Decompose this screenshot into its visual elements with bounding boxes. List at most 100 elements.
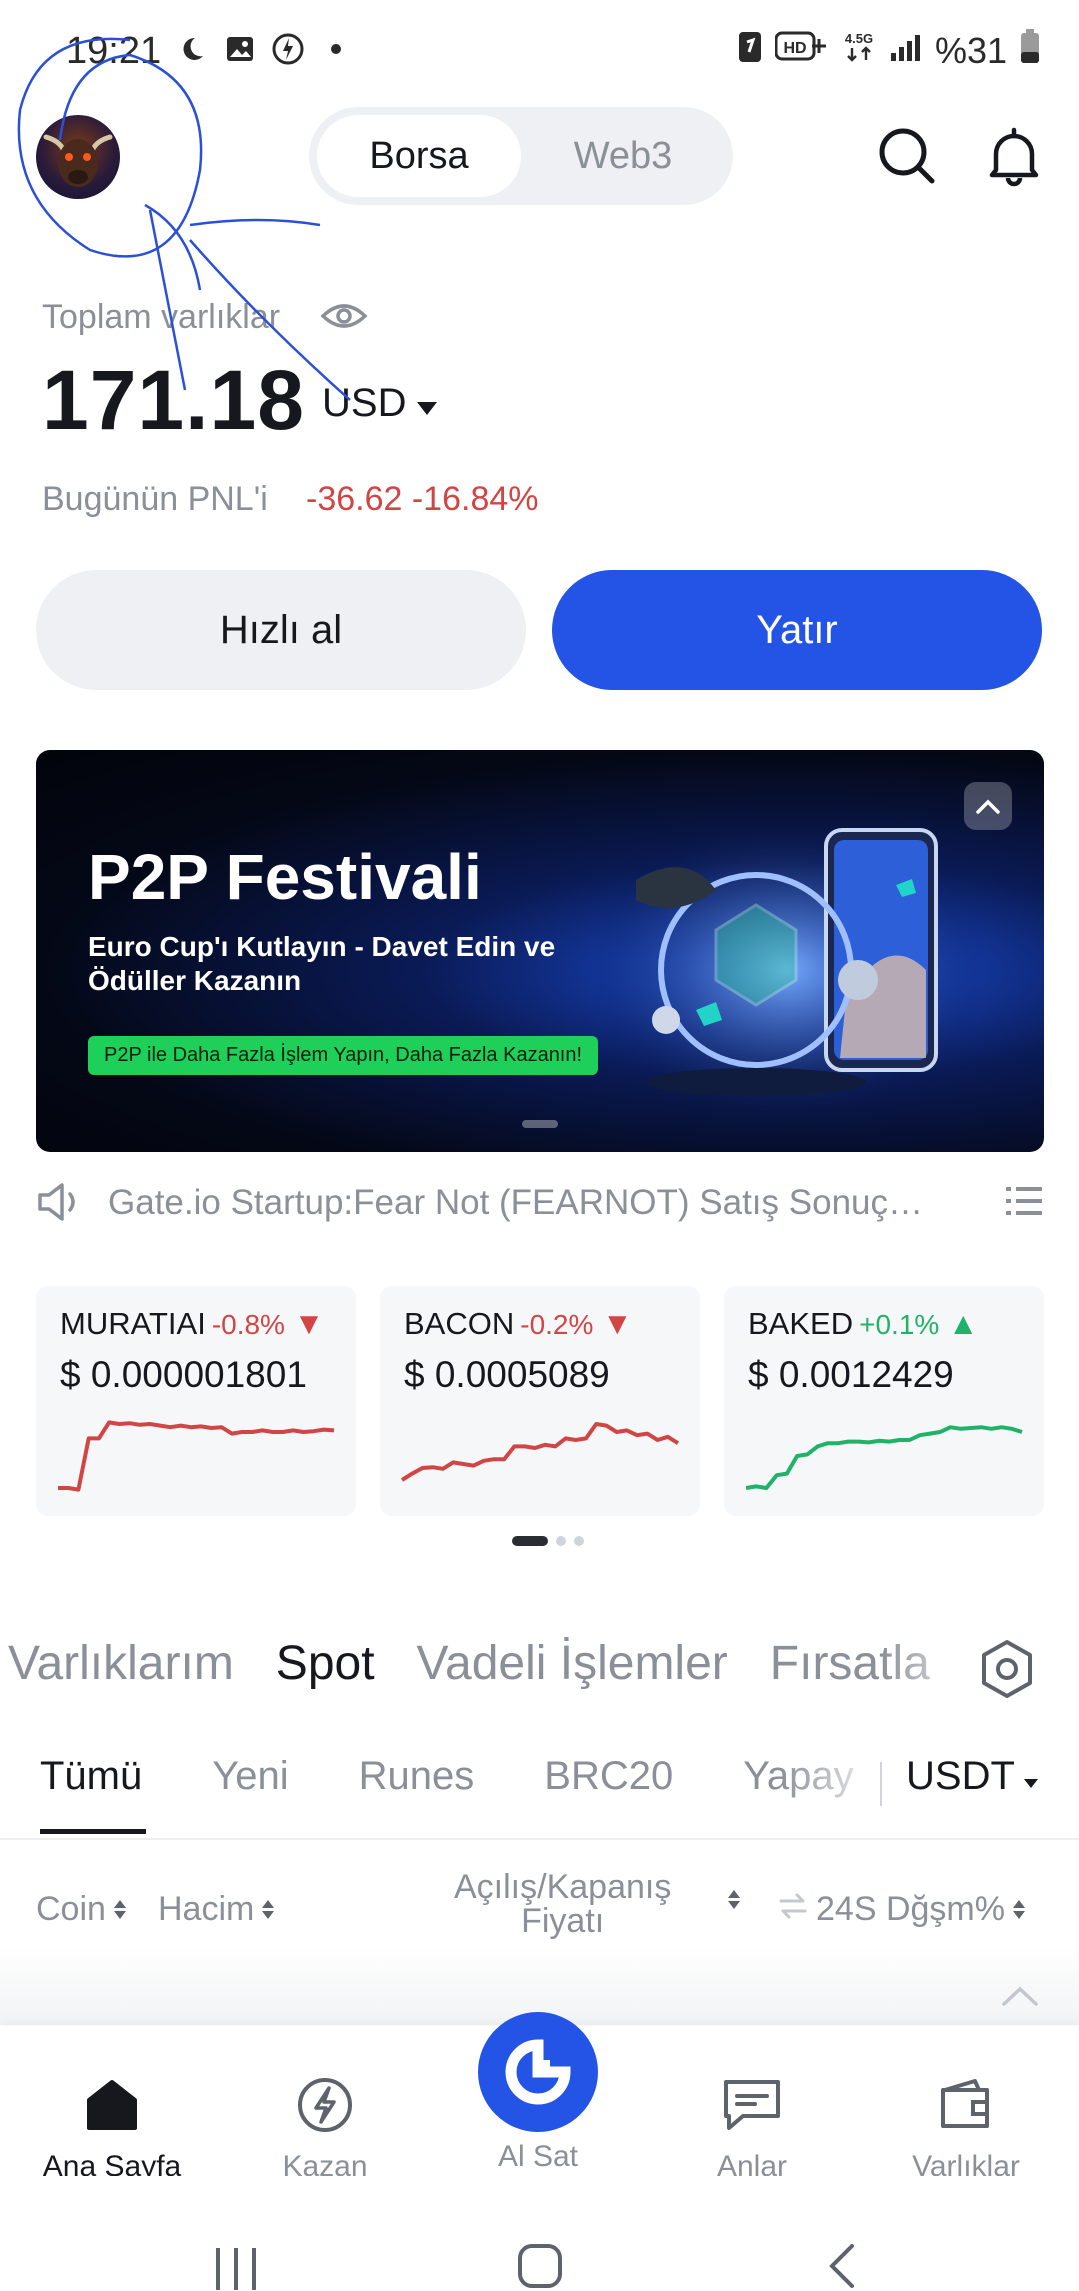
announcement-text[interactable]: Gate.io Startup:Fear Not (FEARNOT) Satış…	[108, 1183, 948, 1223]
banner-cta-pill: P2P ile Daha Fazla İşlem Yapın, Daha Faz…	[88, 1036, 599, 1075]
nav-home[interactable]: Ana Sayfa	[12, 2074, 212, 2184]
chat-icon	[652, 2074, 852, 2136]
ticker-symbol: BAKED	[748, 1306, 854, 1341]
ticker-name: BACON -0.2% ▼	[404, 1306, 633, 1342]
divider	[880, 1762, 882, 1806]
gate-logo-icon	[505, 2039, 571, 2105]
pager-dot-active	[512, 1536, 548, 1546]
tab-futures[interactable]: Vadeli İşlemler	[417, 1636, 728, 1691]
ticker-change: -0.2%	[520, 1309, 594, 1340]
profile-avatar[interactable]	[36, 115, 120, 199]
column-coin[interactable]: Coin	[36, 1890, 126, 1929]
subtab-brc20[interactable]: BRC20	[544, 1754, 673, 1799]
pager-dot	[574, 1536, 584, 1546]
column-open-close-price[interactable]: Açılış/Kapanış Fiyatı	[454, 1870, 671, 1938]
pnl-value: -36.62 -16.84%	[306, 480, 539, 518]
back-icon[interactable]	[826, 2242, 858, 2290]
currency-label: USD	[322, 381, 407, 425]
tab-my-assets[interactable]: Varlıklarım	[8, 1636, 234, 1691]
moon-icon	[175, 32, 209, 66]
gallery-icon	[223, 32, 257, 66]
recent-apps-icon[interactable]	[212, 2246, 260, 2290]
settings-icon[interactable]	[976, 1638, 1038, 1705]
trade-button[interactable]	[478, 2012, 598, 2132]
segment-borsa[interactable]: Borsa	[317, 115, 521, 197]
ticker-card[interactable]: BAKED +0.1% ▲ $ 0.0012429	[724, 1286, 1044, 1516]
subtab-all[interactable]: Tümü	[40, 1754, 142, 1799]
banner-title: P2P Festivali	[88, 841, 482, 913]
total-assets-label: Toplam varlıklar	[42, 298, 281, 336]
system-navigation-bar	[0, 2176, 1079, 2291]
signal-icon	[889, 30, 923, 72]
tabs-fade	[880, 1620, 990, 1700]
caret-down-icon	[416, 381, 438, 426]
nav-moments[interactable]: Anlar	[652, 2074, 852, 2184]
wallet-icon	[866, 2074, 1066, 2136]
earn-icon	[225, 2074, 425, 2136]
column-open-close-sort[interactable]	[728, 1890, 740, 1909]
exchange-web3-switch: Borsa Web3	[309, 107, 733, 205]
network-4-5g-icon: 4.5G	[841, 28, 877, 73]
market-tabs: Varlıklarım Spot Vadeli İşlemler Fırsatl…	[8, 1636, 930, 1691]
banner-artwork	[596, 820, 986, 1120]
nav-trade-label: Al Sat	[497, 2140, 579, 2173]
status-time: 19:21	[66, 30, 162, 72]
triangle-down-icon: ▼	[593, 1306, 633, 1341]
subtab-runes[interactable]: Runes	[359, 1754, 475, 1799]
search-icon[interactable]	[875, 124, 939, 188]
data-saver-icon	[737, 28, 763, 73]
swap-icon[interactable]	[778, 1890, 808, 1929]
caret-down-icon	[1023, 1754, 1039, 1799]
nav-assets[interactable]: Varlıklar	[866, 2074, 1066, 2184]
quick-buy-button[interactable]: Hızlı al	[36, 570, 526, 690]
bell-icon[interactable]	[982, 124, 1046, 188]
more-dot-icon	[319, 32, 353, 66]
list-icon[interactable]	[1006, 1184, 1042, 1223]
home-icon	[12, 2074, 212, 2136]
category-tabs: Tümü Yeni Runes BRC20 Yapay	[40, 1754, 854, 1799]
ticker-price: $ 0.000001801	[60, 1354, 307, 1395]
home-button-icon[interactable]	[516, 2242, 564, 2290]
eye-icon[interactable]	[320, 298, 368, 339]
battery-icon	[1019, 28, 1041, 73]
banner-page-indicator	[522, 1120, 558, 1128]
column-volume[interactable]: Hacim	[158, 1890, 275, 1929]
nav-earn[interactable]: Kazan	[225, 2074, 425, 2184]
currency-selector[interactable]: USD	[322, 381, 438, 426]
ticker-price: $ 0.0012429	[748, 1354, 954, 1395]
ticker-symbol: BACON	[404, 1306, 515, 1341]
ticker-card[interactable]: MURATIAI -0.8% ▼ $ 0.000001801	[36, 1286, 356, 1516]
quote-currency-label: USDT	[906, 1754, 1015, 1798]
ticker-card[interactable]: BACON -0.2% ▼ $ 0.0005089	[380, 1286, 700, 1516]
subtab-new[interactable]: Yeni	[212, 1754, 288, 1799]
ticker-change: -0.8%	[211, 1309, 285, 1340]
battery-percent: %31	[934, 29, 1007, 71]
sort-icon	[113, 1900, 126, 1919]
status-right: HD 4.5G %31	[737, 28, 1041, 73]
ticker-price: $ 0.0005089	[404, 1354, 610, 1395]
chevron-up-icon[interactable]	[964, 782, 1012, 830]
active-tab-underline	[40, 1829, 146, 1834]
tab-spot[interactable]: Spot	[276, 1636, 375, 1691]
svg-text:4.5G: 4.5G	[845, 31, 873, 46]
ticker-name: BAKED +0.1% ▲	[748, 1306, 979, 1342]
total-assets-value: 171.18	[42, 353, 305, 447]
segment-web3[interactable]: Web3	[521, 115, 725, 197]
notification-app-icon	[271, 32, 305, 66]
subtabs-fade	[780, 1745, 890, 1815]
column-volume-label: Hacim	[158, 1890, 255, 1928]
column-24h-change[interactable]: 24S Dğşm%	[778, 1890, 1025, 1929]
svg-text:HD: HD	[783, 40, 806, 57]
sparkline-path	[400, 1422, 680, 1482]
column-24h-change-label: 24S Dğşm%	[816, 1890, 1005, 1928]
pnl-label: Bugünün PNL'i	[42, 480, 268, 518]
promo-banner[interactable]: P2P Festivali Euro Cup'ı Kutlayın - Dave…	[36, 750, 1044, 1152]
quote-currency-selector[interactable]: USDT	[906, 1754, 1039, 1799]
ticker-change: +0.1%	[859, 1309, 940, 1340]
chevron-up-icon[interactable]	[1000, 1984, 1040, 2013]
sparkline	[745, 1425, 1023, 1490]
deposit-button[interactable]: Yatır	[552, 570, 1042, 690]
sort-icon	[1012, 1900, 1025, 1919]
ticker-pager	[512, 1536, 584, 1546]
ticker-name: MURATIAI -0.8% ▼	[60, 1306, 324, 1342]
